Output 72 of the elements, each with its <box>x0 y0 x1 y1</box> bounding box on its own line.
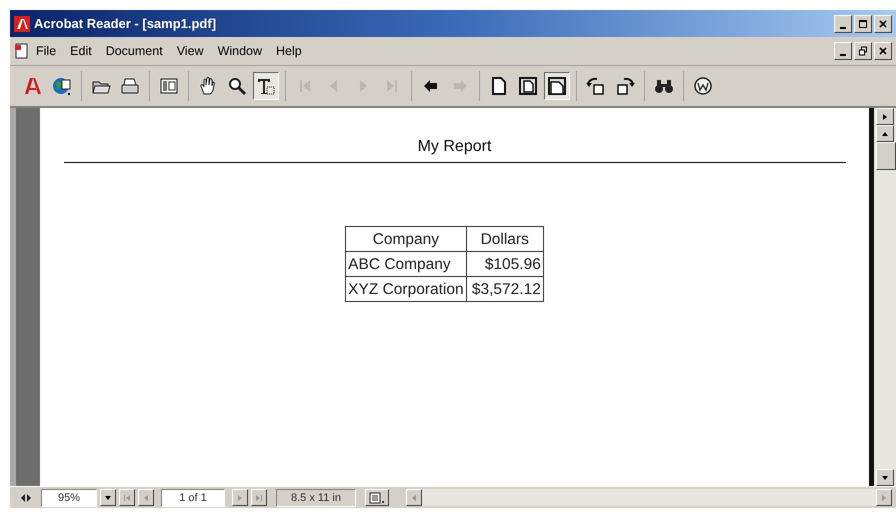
restore-button[interactable] <box>854 42 872 60</box>
previous-page-button[interactable] <box>138 489 154 506</box>
up-arrow-icon <box>881 130 889 138</box>
down-arrow-icon <box>881 474 889 482</box>
last-page-icon <box>255 494 263 502</box>
window-title: Acrobat Reader - [samp1.pdf] <box>34 16 216 31</box>
maximize-icon <box>858 18 868 28</box>
close-icon <box>878 18 888 28</box>
magnifier-icon <box>227 76 247 96</box>
zoom-field[interactable]: 95% <box>41 488 97 506</box>
table-cell: XYZ Corporation <box>346 276 466 302</box>
scroll-button[interactable] <box>876 108 894 125</box>
table-cell: $105.96 <box>466 252 544 276</box>
minimize-icon <box>840 26 846 28</box>
acrobat-logo-icon <box>14 16 30 32</box>
menu-item[interactable]: File <box>36 44 56 58</box>
document-icon <box>14 43 30 59</box>
caret-icon <box>104 494 112 502</box>
next-page-icon <box>236 494 244 502</box>
acrobat-logo-icon <box>23 76 43 96</box>
scroll-up-button[interactable] <box>876 125 894 142</box>
globe-icon <box>52 76 72 96</box>
report-title: My Report <box>418 138 492 156</box>
minimize-button[interactable] <box>834 42 852 60</box>
page-width-icon <box>547 76 567 96</box>
rotate-right-icon <box>615 76 635 96</box>
table-cell: $3,572.12 <box>466 276 544 302</box>
previous-page-icon <box>142 494 150 502</box>
vertical-scrollbar[interactable] <box>874 108 896 486</box>
table-cell: ABC Company <box>346 252 466 276</box>
scroll-down-button[interactable] <box>876 469 894 486</box>
page-layout-button[interactable] <box>364 489 389 506</box>
page-number-field[interactable]: 1 of 1 <box>161 488 225 506</box>
menu-item[interactable]: Window <box>218 44 262 58</box>
restore-icon <box>858 46 868 56</box>
scroll-right-button[interactable] <box>876 489 892 506</box>
menu-item[interactable]: Help <box>276 44 302 58</box>
navigation-toggle-icon[interactable] <box>20 492 32 504</box>
toolbar-button[interactable] <box>253 72 279 100</box>
text-cursor-icon <box>256 76 276 96</box>
minimize-button[interactable] <box>834 14 852 32</box>
last-page-button[interactable] <box>251 489 267 506</box>
close-button[interactable] <box>874 42 892 60</box>
close-button[interactable] <box>874 14 892 32</box>
close-icon <box>878 46 888 56</box>
zoom-dropdown-button[interactable] <box>100 489 116 506</box>
page-icon <box>489 76 509 96</box>
rotate-left-icon <box>586 76 606 96</box>
right-arrow-icon <box>881 112 889 120</box>
first-page-icon <box>123 494 131 502</box>
page-fit-icon <box>518 76 538 96</box>
menu-item[interactable]: Edit <box>70 44 92 58</box>
maximize-button[interactable] <box>854 14 872 32</box>
layout-icon <box>368 492 385 504</box>
printer-icon <box>120 76 140 96</box>
menu-item[interactable]: Document <box>106 44 163 58</box>
toolbar-button[interactable] <box>544 72 570 100</box>
column-header: Dollars <box>466 226 544 252</box>
first-page-button[interactable] <box>119 489 135 506</box>
horizontal-scrollbar[interactable] <box>406 489 892 506</box>
panel-icon <box>159 76 179 96</box>
column-header: Company <box>346 226 466 252</box>
scroll-thumb[interactable] <box>876 142 896 170</box>
left-arrow-icon <box>410 494 418 502</box>
right-arrow-icon <box>880 494 888 502</box>
menu-item[interactable]: View <box>176 44 204 58</box>
hand-icon <box>198 76 218 96</box>
next-page-button[interactable] <box>232 489 248 506</box>
page-size-label: 8.5 x 11 in <box>276 488 356 506</box>
minimize-icon <box>840 54 846 56</box>
circle-web-icon <box>693 76 713 96</box>
scroll-left-button[interactable] <box>406 489 422 506</box>
